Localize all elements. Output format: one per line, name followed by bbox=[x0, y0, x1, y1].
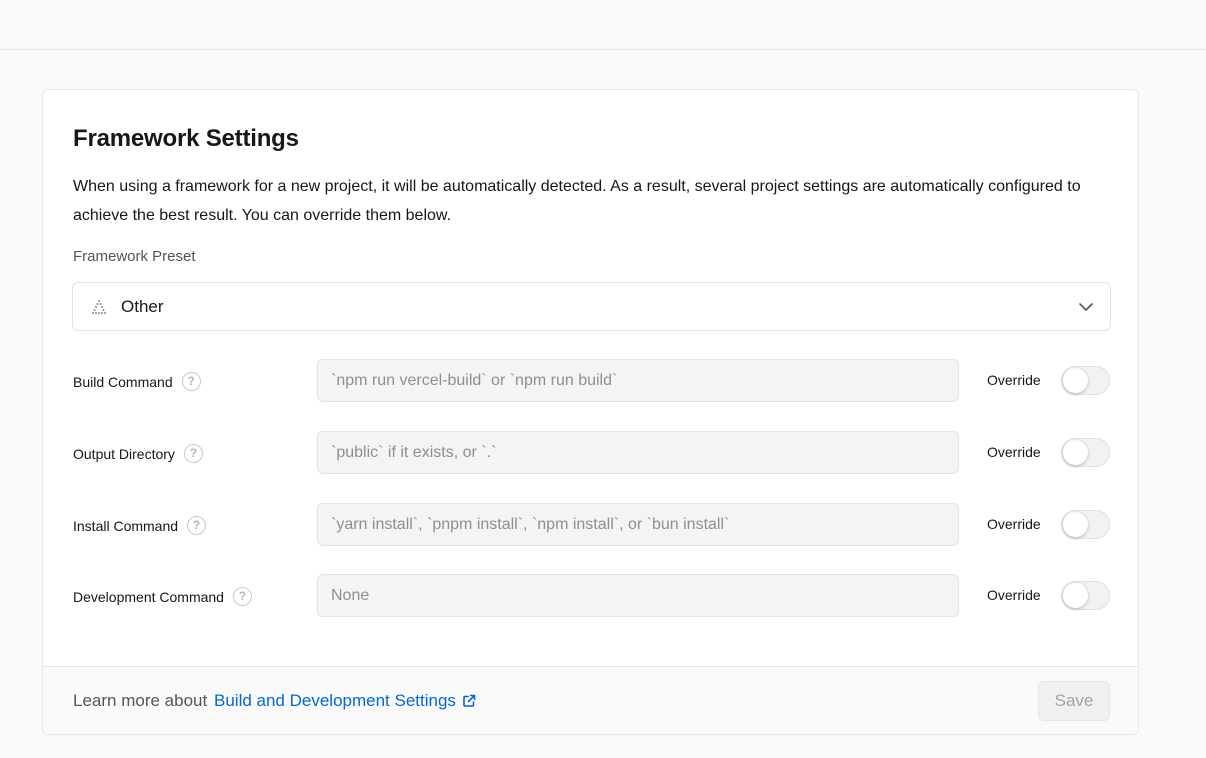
help-icon[interactable]: ? bbox=[181, 372, 201, 391]
output-directory-row: Output Directory ? Override bbox=[43, 431, 1138, 475]
development-command-override-toggle[interactable] bbox=[1061, 581, 1110, 610]
install-command-override-label: Override bbox=[987, 516, 1041, 532]
development-command-label: Development Command bbox=[73, 588, 224, 605]
build-command-input[interactable] bbox=[317, 359, 959, 402]
help-icon[interactable]: ? bbox=[183, 444, 203, 463]
output-directory-label: Output Directory bbox=[73, 445, 175, 462]
external-link-icon bbox=[463, 694, 476, 707]
development-command-override-label: Override bbox=[987, 587, 1041, 603]
top-bar bbox=[0, 0, 1206, 50]
output-directory-override-label: Override bbox=[987, 444, 1041, 460]
card-description: When using a framework for a new project… bbox=[73, 178, 1081, 224]
install-command-input[interactable] bbox=[317, 503, 959, 546]
framework-preset-select[interactable]: Other bbox=[72, 282, 1111, 331]
framework-settings-card: Framework Settings When using a framewor… bbox=[42, 89, 1139, 735]
build-command-override-label: Override bbox=[987, 372, 1041, 388]
build-command-row: Build Command ? Override bbox=[43, 359, 1138, 403]
output-directory-input[interactable] bbox=[317, 431, 959, 474]
help-icon[interactable]: ? bbox=[232, 587, 252, 606]
toggle-knob bbox=[1063, 583, 1088, 608]
development-command-input[interactable] bbox=[317, 574, 959, 617]
output-directory-override-toggle[interactable] bbox=[1061, 438, 1110, 467]
save-button[interactable]: Save bbox=[1038, 681, 1110, 721]
toggle-knob bbox=[1063, 368, 1088, 393]
install-command-row: Install Command ? Override bbox=[43, 503, 1138, 547]
toggle-knob bbox=[1063, 440, 1088, 465]
development-command-row: Development Command ? Override bbox=[43, 574, 1138, 618]
chevron-down-icon bbox=[1079, 303, 1093, 311]
card-footer: Learn more about Build and Development S… bbox=[43, 666, 1138, 734]
install-command-override-toggle[interactable] bbox=[1061, 510, 1110, 539]
build-settings-docs-link[interactable]: Build and Development Settings bbox=[214, 691, 476, 711]
footer-link-label: Build and Development Settings bbox=[214, 691, 456, 710]
install-command-label: Install Command bbox=[73, 517, 179, 534]
footer-text: Learn more about bbox=[73, 691, 208, 710]
build-command-override-toggle[interactable] bbox=[1061, 366, 1110, 395]
build-command-label: Build Command bbox=[73, 373, 173, 390]
toggle-knob bbox=[1063, 512, 1088, 537]
framework-preset-label: Framework Preset bbox=[73, 248, 196, 265]
help-icon[interactable]: ? bbox=[187, 516, 207, 535]
framework-preset-value: Other bbox=[121, 297, 164, 316]
triangle-dotted-icon bbox=[92, 300, 106, 314]
card-title: Framework Settings bbox=[73, 125, 299, 152]
